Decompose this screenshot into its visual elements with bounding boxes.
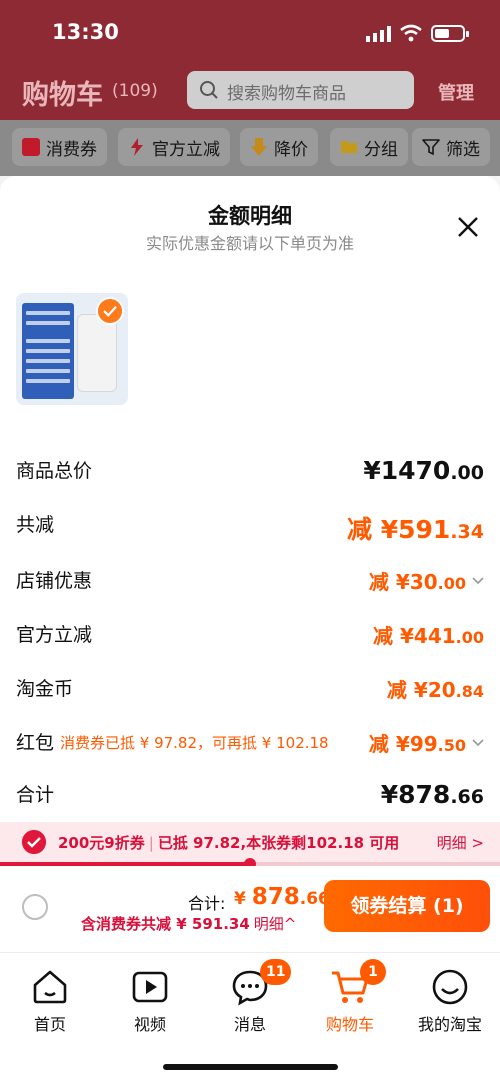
row-label: 共减 <box>16 514 55 536</box>
row-value: 减 ¥441.00 <box>373 624 484 648</box>
folder-icon <box>341 141 357 153</box>
product-thumbnail[interactable] <box>16 293 128 405</box>
coupon-detail-link[interactable]: 明细 > <box>437 832 484 853</box>
home-indicator <box>163 1064 338 1070</box>
tab-label: 视频 <box>133 1015 166 1034</box>
row-label: 官方立减 <box>16 624 93 646</box>
row-label: 合计 <box>16 784 55 806</box>
chevron-down-icon <box>472 739 484 747</box>
sheet-title: 金额明细 <box>208 204 292 228</box>
profile-icon <box>432 969 468 1005</box>
cart-title: 购物车 <box>22 80 103 111</box>
video-icon <box>132 971 168 1003</box>
tab-my-taobao[interactable]: 我的淘宝 <box>400 967 500 1035</box>
wifi-icon <box>400 24 422 42</box>
row-sum: 合计 ¥878.66 <box>16 780 484 812</box>
row-taojinbi: 淘金币 减 ¥20.84 <box>16 674 484 702</box>
coupon-bar[interactable]: 200元9折券 | 已抵 97.82,本张券剩102.18 可用 明细 > <box>0 822 500 862</box>
row-label: 店铺优惠 <box>16 570 93 592</box>
tab-label: 消息 <box>233 1015 266 1034</box>
row-goods-total: 商品总价 ¥1470.00 <box>16 456 484 488</box>
total-label: 合计: <box>188 894 226 913</box>
selected-check-icon[interactable] <box>96 297 124 325</box>
tab-home[interactable]: 首页 <box>0 967 100 1035</box>
saved-detail-link[interactable]: 明细^ <box>254 915 297 933</box>
coupon-text: 200元9折券 | 已抵 97.82,本张券剩102.18 可用 <box>58 834 400 852</box>
status-bar: 13:30 <box>0 0 500 64</box>
row-value: ¥878.66 <box>380 780 484 809</box>
tab-label: 我的淘宝 <box>417 1015 482 1034</box>
filter-official-discount[interactable]: 官方立减 <box>118 128 230 166</box>
red-packet-note: 消费券已抵 ¥ 97.82，可再抵 ¥ 102.18 <box>60 734 329 752</box>
tab-label: 首页 <box>33 1015 66 1034</box>
filter-screen[interactable]: 筛选 <box>412 128 490 166</box>
arrow-down-icon <box>251 138 267 156</box>
filter-price-drop[interactable]: 降价 <box>240 128 318 166</box>
row-red-packet[interactable]: 红包 消费券已抵 ¥ 97.82，可再抵 ¥ 102.18 减 ¥99.50 <box>16 728 484 756</box>
row-value: 减 ¥30.00 <box>369 566 484 595</box>
row-value: 减 ¥591.34 <box>347 515 484 544</box>
manage-button[interactable]: 管理 <box>438 79 474 105</box>
coupon-icon <box>22 138 40 156</box>
checkout-bar: 合计: ¥ 878.66 含消费券共减 ¥ 591.34 明细^ 领券结算 (1) <box>0 866 500 952</box>
checkout-button[interactable]: 领券结算 (1) <box>324 880 490 932</box>
tab-video[interactable]: 视频 <box>100 967 200 1035</box>
row-official-discount: 官方立减 减 ¥441.00 <box>16 620 484 648</box>
total-value: ¥ 878.66 <box>234 884 330 910</box>
search-placeholder: 搜索购物车商品 <box>227 84 346 104</box>
filter-label: 分组 <box>364 139 398 160</box>
row-value: ¥1470.00 <box>363 456 484 485</box>
cart-search-input[interactable]: 搜索购物车商品 <box>187 71 414 109</box>
filter-bar: 消费券 官方立减 降价 分组 筛选 <box>0 120 500 176</box>
tab-messages[interactable]: 11 消息 <box>200 959 300 1035</box>
row-shop-discount[interactable]: 店铺优惠 减 ¥30.00 <box>16 566 484 594</box>
search-icon <box>200 81 218 99</box>
row-label: 红包 <box>16 732 55 754</box>
filter-group[interactable]: 分组 <box>330 128 408 166</box>
messages-badge: 11 <box>260 959 292 985</box>
filter-label: 官方立减 <box>152 139 220 160</box>
sheet-subtitle: 实际优惠金额请以下单页为准 <box>145 234 354 253</box>
funnel-icon <box>422 139 440 156</box>
chevron-down-icon <box>472 577 484 585</box>
product-image-device <box>78 315 116 391</box>
saved-summary: 含消费券共减 ¥ 591.34 明细^ <box>81 915 297 933</box>
row-label: 淘金币 <box>16 678 74 700</box>
cart-count: (109) <box>112 81 158 101</box>
filter-label: 消费券 <box>46 139 97 160</box>
lightning-icon <box>131 138 143 156</box>
check-circle-icon <box>22 830 46 854</box>
tab-cart[interactable]: 1 购物车 <box>300 959 400 1035</box>
filter-coupon[interactable]: 消费券 <box>12 128 107 166</box>
cellular-signal-icon <box>366 26 391 42</box>
tab-label: 购物车 <box>325 1015 374 1034</box>
select-all-radio[interactable] <box>22 894 48 920</box>
row-value: 减 ¥20.84 <box>386 678 484 702</box>
battery-icon <box>431 25 469 42</box>
filter-label: 降价 <box>274 139 308 160</box>
cart-badge: 1 <box>360 959 386 985</box>
product-image-panel <box>22 303 74 399</box>
row-value: 减 ¥99.50 <box>369 728 484 757</box>
filter-label: 筛选 <box>446 139 480 160</box>
home-icon <box>33 970 67 1004</box>
close-icon[interactable] <box>455 214 481 240</box>
tab-bar: 首页 视频 11 消息 1 购物车 我的淘宝 <box>0 952 500 1083</box>
row-label: 商品总价 <box>16 460 93 482</box>
status-time: 13:30 <box>52 20 119 44</box>
row-total-saved: 共减 减 ¥591.34 <box>16 510 484 544</box>
